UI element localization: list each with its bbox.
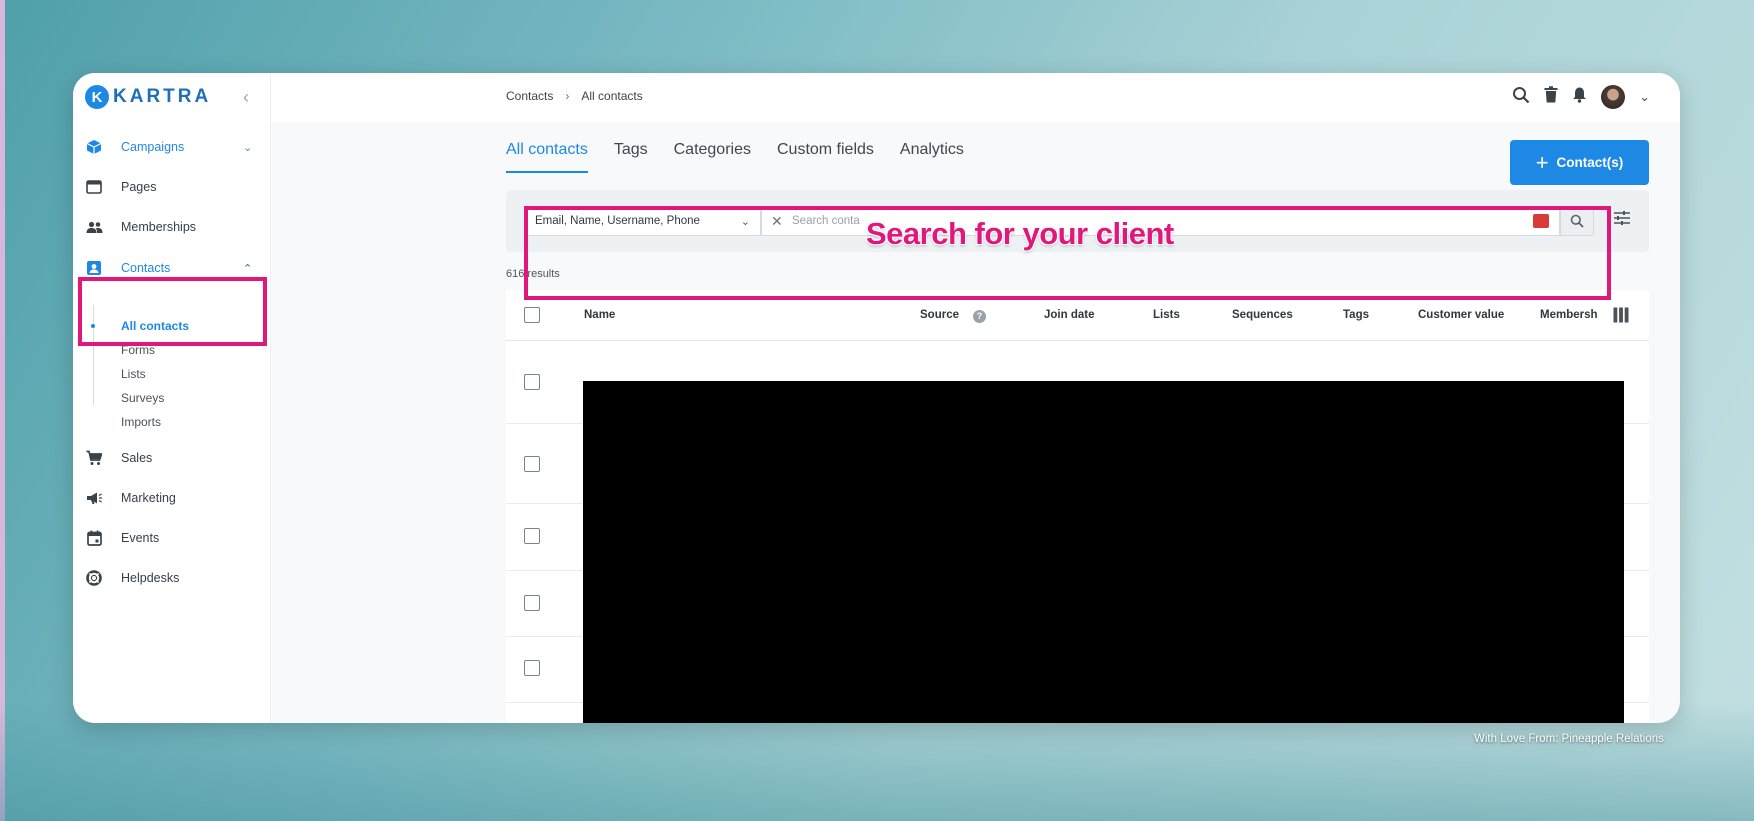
row-checkbox[interactable] [524, 374, 540, 390]
sidebar-item-label: Contacts [121, 261, 171, 275]
chevron-down-icon[interactable]: ⌄ [1639, 89, 1650, 105]
bell-icon[interactable] [1572, 86, 1587, 108]
column-memberships[interactable]: Membersh [1540, 309, 1606, 321]
logo-mark: K [85, 85, 109, 109]
megaphone-icon [85, 489, 103, 507]
column-lists[interactable]: Lists [1153, 309, 1180, 321]
sidebar-item-sales[interactable]: Sales [73, 446, 271, 470]
tab-analytics[interactable]: Analytics [900, 141, 964, 173]
tabs: All contacts Tags Categories Custom fiel… [506, 141, 964, 173]
credit-text: With Love From: Pineapple Relations [1474, 733, 1664, 745]
contact-card-icon [85, 259, 103, 277]
filter-sliders-icon[interactable] [1613, 210, 1631, 231]
column-name[interactable]: Name [584, 309, 615, 321]
sidebar-item-campaigns[interactable]: Campaigns ⌄ [73, 135, 271, 159]
column-source[interactable]: Source [920, 309, 959, 321]
select-all-checkbox[interactable] [524, 307, 540, 323]
sidebar-item-label: Helpdesks [121, 571, 180, 585]
sidebar-subitem-imports[interactable]: Imports [121, 415, 161, 429]
sidebar-item-memberships[interactable]: Memberships [73, 215, 271, 239]
row-checkbox[interactable] [524, 595, 540, 611]
sidebar-item-label: Events [121, 531, 160, 545]
breadcrumb: Contacts › All contacts [506, 89, 643, 103]
people-icon [85, 218, 103, 236]
tab-categories[interactable]: Categories [674, 141, 751, 173]
sidebar-item-label: Marketing [121, 491, 176, 505]
top-bar: Contacts › All contacts ⌄ [271, 73, 1680, 123]
chevron-up-icon[interactable]: ⌃ [243, 262, 252, 275]
add-contact-label: Contact(s) [1556, 155, 1624, 170]
sidebar-item-label: Sales [121, 451, 153, 465]
sidebar-item-label: Memberships [121, 220, 197, 234]
sidebar-item-events[interactable]: Events [73, 526, 271, 550]
trash-icon[interactable] [1544, 86, 1558, 108]
search-icon[interactable] [1512, 86, 1530, 109]
tab-custom-fields[interactable]: Custom fields [777, 141, 874, 173]
chevron-right-icon: › [565, 89, 570, 103]
row-checkbox[interactable] [524, 456, 540, 472]
avatar[interactable] [1601, 85, 1626, 109]
calendar-icon [85, 529, 103, 547]
browser-icon [85, 178, 103, 196]
chevron-down-icon[interactable]: ⌄ [243, 141, 252, 154]
row-checkbox[interactable] [524, 660, 540, 676]
sidebar-item-label: Pages [121, 180, 157, 194]
sidebar-item-helpdesks[interactable]: Helpdesks [73, 566, 271, 590]
background-strip [0, 0, 5, 821]
logo-text: KARTRA [113, 86, 212, 107]
cube-icon [85, 138, 103, 156]
breadcrumb-contacts[interactable]: Contacts [506, 89, 553, 103]
column-join-date[interactable]: Join date [1044, 309, 1094, 321]
column-customer-value[interactable]: Customer value [1418, 309, 1504, 321]
annotation-text: Search for your client [866, 216, 1174, 251]
column-tags[interactable]: Tags [1343, 309, 1369, 321]
sidebar-item-marketing[interactable]: Marketing [73, 486, 271, 510]
column-sequences[interactable]: Sequences [1232, 309, 1293, 321]
lifebuoy-icon [85, 569, 103, 587]
columns-icon[interactable] [1613, 307, 1629, 328]
cart-icon [85, 449, 103, 467]
kartra-logo[interactable]: K KARTRA [85, 85, 211, 109]
sidebar-subitem-surveys[interactable]: Surveys [121, 391, 164, 405]
sidebar-subitem-lists[interactable]: Lists [121, 367, 146, 381]
add-contact-button[interactable]: + Contact(s) [1510, 140, 1649, 185]
tab-all-contacts[interactable]: All contacts [506, 141, 588, 173]
breadcrumb-current: All contacts [581, 89, 643, 103]
sidebar-item-pages[interactable]: Pages [73, 175, 271, 199]
tab-tags[interactable]: Tags [614, 141, 648, 173]
highlight-box-contacts [78, 277, 267, 346]
redacted-area [583, 381, 1624, 723]
top-actions: ⌄ [1512, 85, 1650, 109]
collapse-sidebar-icon[interactable]: ‹ [243, 87, 249, 108]
sidebar: K KARTRA ‹ Campaigns ⌄ Pages Memberships [73, 73, 271, 723]
sidebar-item-label: Campaigns [121, 140, 185, 154]
plus-icon: + [1535, 149, 1549, 175]
help-icon[interactable]: ? [973, 310, 986, 323]
row-checkbox[interactable] [524, 528, 540, 544]
